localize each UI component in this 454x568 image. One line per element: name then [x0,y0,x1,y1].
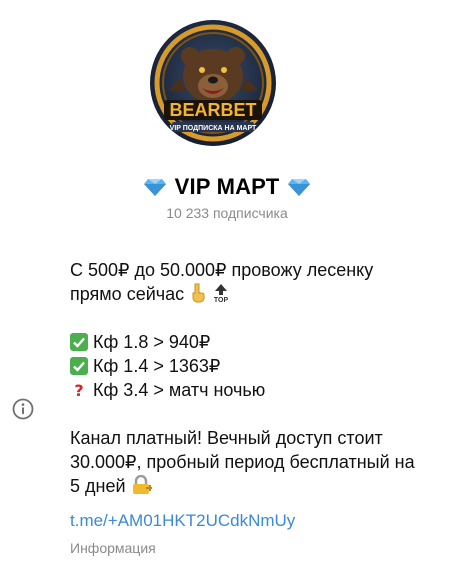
avatar-banner-text: VIP ПОДПИСКА НА МАРТ [170,125,257,132]
avatar-brand-text: BEARBET [169,100,256,120]
bet-text: Кф 1.8 > 940₽ [93,332,211,352]
question-icon: ? [74,381,83,399]
channel-description: С 500₽ до 50.000₽ провожу лесенку прямо … [70,258,440,498]
description-line: С 500₽ до 50.000₽ провожу лесенку [70,260,374,280]
check-icon [70,333,88,351]
subscriber-count: 10 233 подписчика [166,205,288,221]
check-icon [70,357,88,375]
svg-text:?: ? [74,381,83,399]
bet-text: Кф 1.4 > 1363₽ [93,356,221,376]
description-line-text: 5 дней [70,476,126,496]
description-line: 5 дней [70,474,440,498]
channel-avatar[interactable]: BEARBET VIP ПОДПИСКА НА МАРТ [150,20,276,146]
bet-line: Кф 1.8 > 940₽ [70,330,440,354]
info-icon [12,398,34,420]
svg-text:TOP: TOP [214,297,229,303]
channel-title: VIP МАРТ [0,174,454,200]
gem-icon [288,179,311,196]
description-line-text: прямо сейчас [70,284,185,304]
point-down-icon [192,283,205,303]
description-line: прямо сейчас TOP [70,282,440,306]
channel-title-text: VIP МАРТ [174,174,280,199]
bet-text: Кф 3.4 > матч ночью [93,380,266,400]
description-line: 30.000₽, пробный период бесплатный на [70,452,415,472]
bet-line: ? Кф 3.4 > матч ночью [70,378,440,402]
top-arrow-icon: TOP [214,284,229,303]
gem-icon [143,179,166,196]
invite-link[interactable]: t.me/+AM01HKT2UCdkNmUy [70,511,295,531]
bet-line: Кф 1.4 > 1363₽ [70,354,440,378]
description-line: Канал платный! Вечный доступ стоит [70,428,383,448]
lock-icon [132,475,152,494]
info-label: Информация [70,540,156,556]
